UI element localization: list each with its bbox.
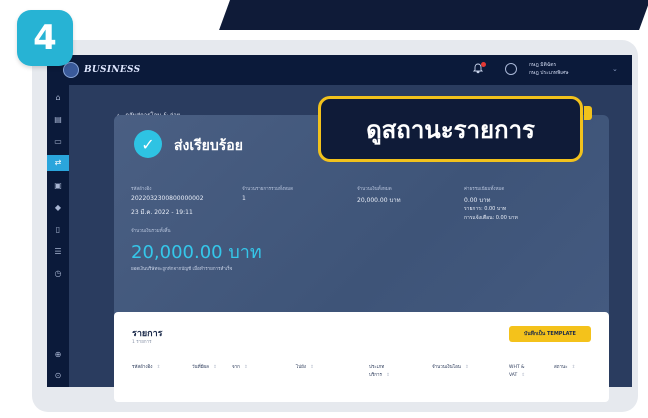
datetime-value: 23 มี.ค. 2022 - 19:11 <box>131 209 193 216</box>
panel-subtitle: 1 รายการ <box>132 340 152 345</box>
tag-icon[interactable]: ◆ <box>53 203 63 213</box>
deduct-note: ยอดเงินบริษัทจะถูกหักจากบัญชี เมื่อทำราย… <box>131 267 233 272</box>
transactions-panel: รายการ 1 รายการ บันทึกเป็น TEMPLATE รหัส… <box>114 312 609 402</box>
column-header[interactable]: WHT & VAT ⇕ <box>509 364 534 380</box>
brand-logo[interactable]: BUSINESS <box>63 62 140 78</box>
user-avatar-icon[interactable] <box>505 63 517 75</box>
document-icon[interactable]: ▤ <box>53 115 63 125</box>
settings-icon[interactable]: ⊕ <box>53 350 63 360</box>
column-header[interactable]: ประเภทบริการ ⇕ <box>369 364 399 380</box>
users-icon[interactable]: ☰ <box>53 247 63 257</box>
fee-notify: การแจ้งเตือน: 0.00 บาท <box>464 215 518 221</box>
column-header[interactable]: จำนวนเงินโอน ⇕ <box>432 364 469 372</box>
save-template-button[interactable]: บันทึกเป็น TEMPLATE <box>509 326 591 342</box>
notification-dot <box>481 62 486 67</box>
user-role: กษฎ ประเภทพิเศษ <box>529 70 569 76</box>
ref-label: รหัสอ้างอิง <box>131 187 152 192</box>
clock-icon[interactable]: ◷ <box>53 269 63 279</box>
user-info[interactable]: กษฎ มิติฉัตร กษฎ ประเภทพิเศษ <box>529 61 569 77</box>
column-header[interactable]: จาก ⇕ <box>232 364 248 372</box>
count-value: 1 <box>242 195 246 202</box>
total-value: 20,000.00 บาท <box>131 242 262 263</box>
count-label: จำนวนรายการรวมทั้งหมด <box>242 187 294 192</box>
wallet-icon[interactable]: ▣ <box>53 181 63 191</box>
column-header[interactable]: วันที่มีผล ⇕ <box>192 364 217 372</box>
amount-value: 20,000.00 บาท <box>357 197 401 204</box>
total-label: จำนวนเงินรวมทั้งสิ้น <box>131 229 171 234</box>
fee-items: รายการ: 0.00 บาท <box>464 206 507 212</box>
user-name: กษฎ มิติฉัตร <box>529 62 557 68</box>
callout-edge <box>584 106 592 120</box>
chevron-down-icon[interactable]: ⌄ <box>612 65 618 73</box>
check-icon: ✓ <box>134 130 162 158</box>
logout-icon[interactable]: ⊙ <box>53 371 63 381</box>
callout-label: ดูสถานะรายการ <box>318 96 583 162</box>
card-icon[interactable]: ▭ <box>53 137 63 147</box>
sidebar: ⌂ ▤ ▭ ⇄ ▣ ◆ ▯ ☰ ◷ ⊕ ⊙ <box>47 85 69 387</box>
header-banner <box>219 0 648 30</box>
ref-value: 2022032300800000002 <box>131 195 204 202</box>
column-header[interactable]: ไปยัง ⇕ <box>296 364 314 372</box>
file-icon[interactable]: ▯ <box>53 225 63 235</box>
fee-label: ค่าธรรมเนียมทั้งหมด <box>464 187 505 192</box>
column-header[interactable]: สถานะ ⇕ <box>554 364 575 372</box>
step-badge: 4 <box>17 10 73 66</box>
top-bar: BUSINESS กษฎ มิติฉัตร กษฎ ประเภทพิเศษ ⌄ <box>47 55 632 85</box>
swap-icon[interactable]: ⇄ <box>53 158 63 168</box>
status-title: ส่งเรียบร้อย <box>174 138 243 154</box>
brand-text: BUSINESS <box>84 65 141 75</box>
column-header[interactable]: รหัสอ้างอิง ⇕ <box>132 364 187 372</box>
amount-label: จำนวนเงินทั้งหมด <box>357 187 392 192</box>
fee-value: 0.00 บาท <box>464 197 491 204</box>
home-icon[interactable]: ⌂ <box>53 93 63 103</box>
